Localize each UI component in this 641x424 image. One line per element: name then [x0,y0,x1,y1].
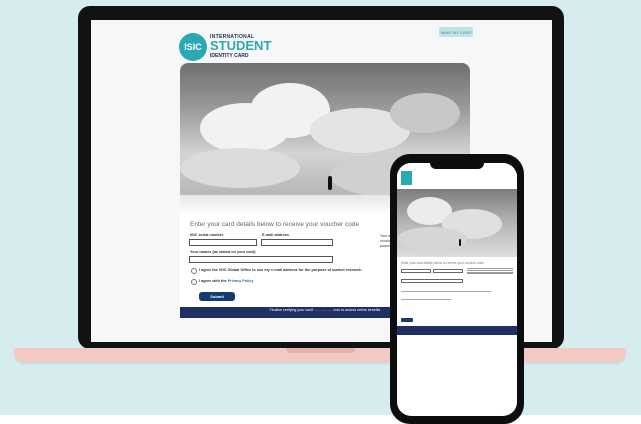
phone-serial-input[interactable] [401,269,431,273]
phone-hiker-figure [459,239,461,246]
logo-line-identity-card: IDENTITY CARD [210,53,249,59]
phone-notch [430,161,484,169]
form-title: Enter your card details below to receive… [190,221,360,228]
email-input[interactable] [261,239,333,246]
consent-research-label: I agree the ISIC Global Office to use my… [199,268,362,272]
consent-privacy-radio[interactable] [191,279,197,285]
isic-logo-badge: ISIC [179,33,207,61]
name-input[interactable] [189,256,333,263]
submit-button[interactable]: Submit [199,292,235,301]
phone-consent-line-1 [401,291,491,293]
phone-footer [397,326,517,335]
phone-consent-line-2 [401,299,451,301]
phone-note [467,267,513,275]
phone-screen: Enter your card details below to receive… [397,163,517,416]
header-button[interactable]: MAKE MY CARD [439,27,473,37]
privacy-policy-link[interactable]: Privacy Policy [228,279,254,283]
phone-submit-button[interactable] [401,318,413,322]
phone-logo [401,171,412,185]
consent-research-radio[interactable] [191,268,197,274]
phone-name-input[interactable] [401,279,463,283]
hiker-figure [328,176,332,190]
name-label: Your names (as stated on your card) [190,250,256,254]
phone-form-title: Enter your card details below to receive… [401,261,484,265]
phone-email-input[interactable] [433,269,463,273]
serial-label: ISIC serial number [190,233,224,237]
email-label: E-mail address [262,233,290,237]
laptop-hinge-notch [286,348,356,353]
logo-line-student: STUDENT [210,38,272,53]
background-bottom [0,415,641,424]
phone-hero-image [397,189,517,257]
serial-input[interactable] [189,239,257,246]
consent-privacy-label: I agree with the Privacy Policy [199,279,254,283]
